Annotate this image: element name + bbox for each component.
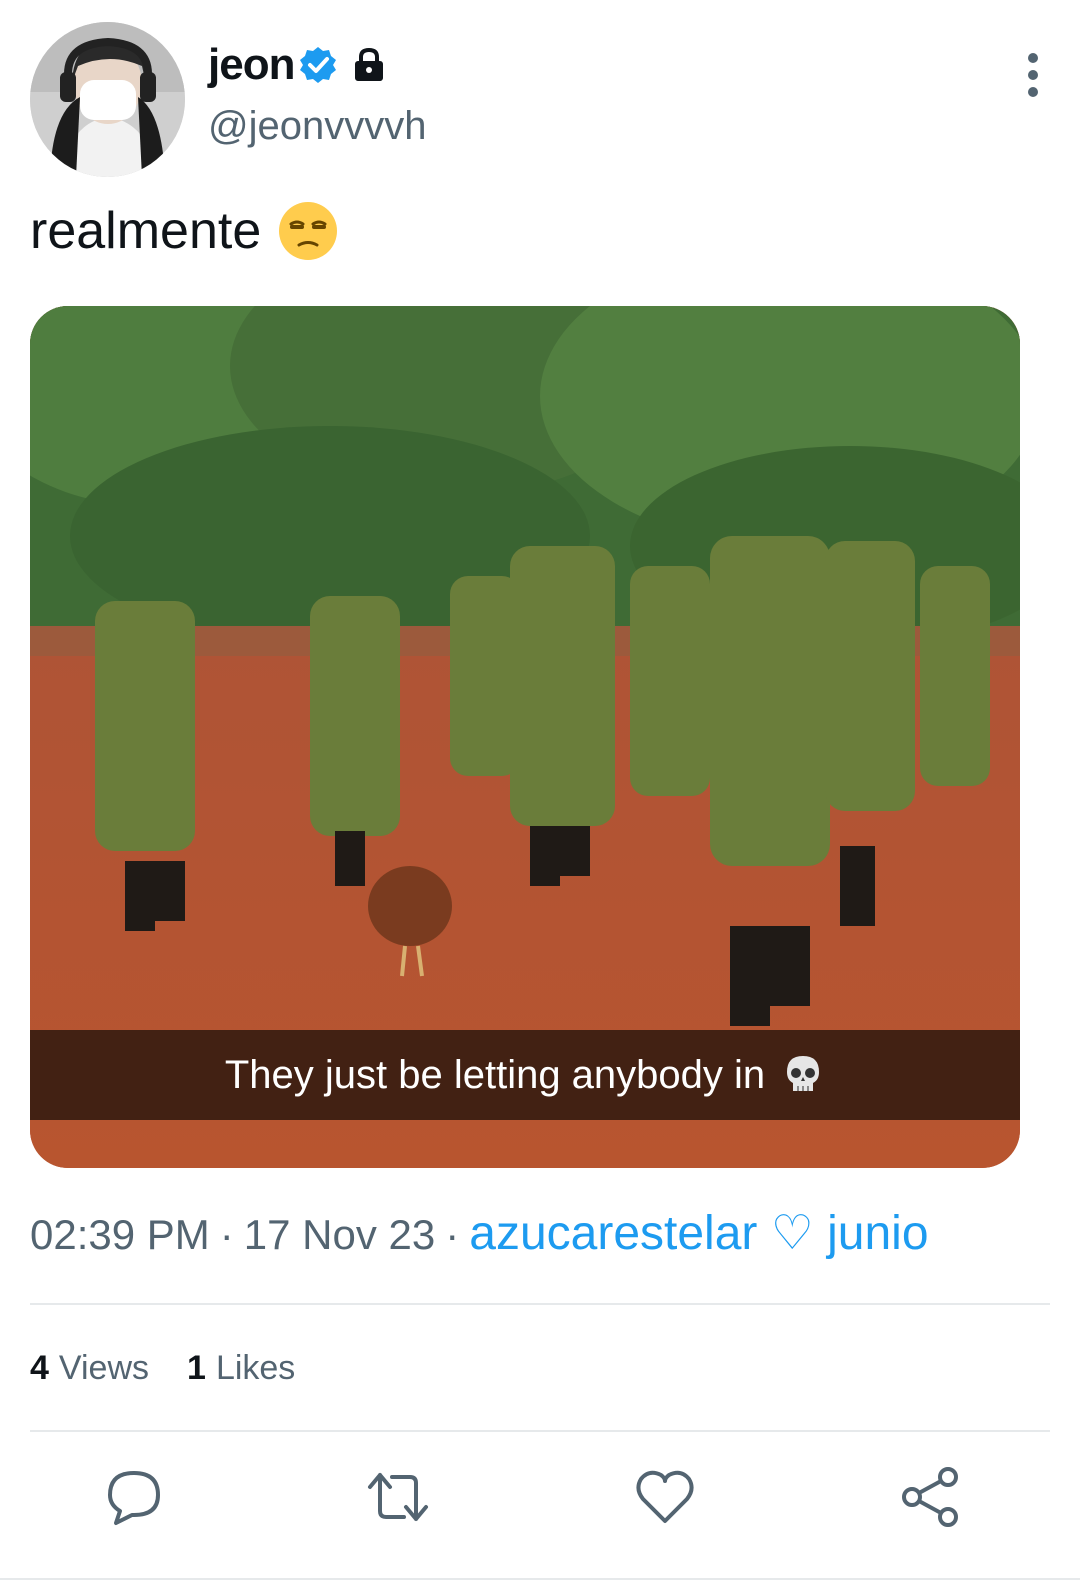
views-label: Views	[58, 1349, 150, 1387]
image-caption-bar: They just be letting anybody in	[30, 1030, 1020, 1120]
divider	[30, 1303, 1050, 1305]
verified-badge-icon	[300, 47, 337, 83]
tweet-meta: 02:39 PM · 17 Nov 23 · azucarestelar ♡ j…	[30, 1205, 929, 1261]
likes-label: Likes	[215, 1349, 296, 1387]
likes-stat[interactable]: 1 Likes	[187, 1349, 295, 1388]
tweet-media-image[interactable]: They just be letting anybody in	[30, 306, 1020, 1168]
tweet-date: 17 Nov 23	[243, 1211, 436, 1258]
tweet-actions	[0, 1465, 1080, 1545]
image-caption-text: They just be letting anybody in	[224, 1052, 766, 1097]
tweet-source-link[interactable]: azucarestelar ♡ junio	[469, 1205, 928, 1261]
views-count: 4	[30, 1349, 49, 1387]
meta-separator: ·	[445, 1211, 460, 1258]
tweet-stats: 4 Views 1 Likes	[30, 1349, 333, 1388]
bottom-divider	[0, 1578, 1080, 1580]
handle[interactable]: @jeonvvvvh	[208, 104, 426, 149]
meta-separator: ·	[219, 1211, 234, 1258]
avatar[interactable]	[30, 22, 185, 177]
tweet-header: jeon @jeonvvvvh	[30, 22, 1050, 182]
tweet-text-content: realmente	[30, 202, 262, 260]
views-stat[interactable]: 4 Views	[30, 1349, 149, 1388]
tweet-text: realmente	[30, 200, 339, 262]
unamused-face-emoji-icon	[279, 202, 338, 260]
tweet-time: 02:39 PM	[30, 1211, 210, 1258]
divider	[30, 1430, 1050, 1432]
heart-icon[interactable]	[633, 1465, 697, 1529]
likes-count: 1	[187, 1349, 206, 1387]
reply-icon[interactable]	[102, 1465, 166, 1529]
share-icon[interactable]	[898, 1465, 962, 1529]
skull-emoji-icon	[787, 1056, 820, 1091]
name-row: jeon	[208, 40, 388, 90]
display-name[interactable]: jeon	[208, 40, 295, 90]
more-vertical-icon[interactable]	[1016, 50, 1050, 100]
lock-icon	[355, 47, 384, 81]
retweet-icon[interactable]	[366, 1465, 430, 1529]
